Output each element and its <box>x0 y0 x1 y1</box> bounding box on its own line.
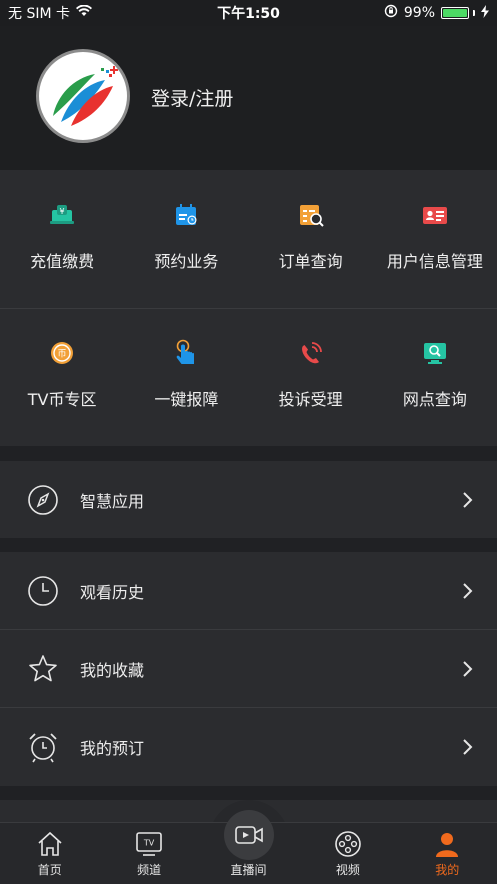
tab-label: 我的 <box>435 863 460 877</box>
status-bar: 无 SIM 卡 下午1:50 99% <box>0 0 497 26</box>
service-grid-row-1: ¥ 充值缴费 预约业务 订单查询 用户信息管理 <box>0 170 497 309</box>
menu-row-reservations[interactable]: 我的预订 <box>0 708 497 786</box>
grid-label: 网点查询 <box>402 390 467 409</box>
compass-icon <box>26 483 60 517</box>
tab-label: 首页 <box>37 863 62 877</box>
tab-mine[interactable]: 我的 <box>398 823 497 884</box>
status-left: 无 SIM 卡 <box>8 3 92 23</box>
menu-label: 我的预订 <box>80 739 145 758</box>
status-right: 99% <box>384 4 489 22</box>
grid-label: 充值缴费 <box>30 252 95 271</box>
grid-item-appointment[interactable]: 预约业务 <box>124 170 248 308</box>
grid-item-fault-report[interactable]: 一键报障 <box>124 308 248 446</box>
grid-label: TV币专区 <box>27 390 97 409</box>
grid-item-user-info[interactable]: 用户信息管理 <box>373 170 497 308</box>
personal-section: 观看历史 我的收藏 我的预订 <box>0 552 497 786</box>
chevron-right-icon <box>461 581 475 601</box>
tv-coin-icon: 币 <box>47 338 77 368</box>
brand-logo-icon <box>53 66 118 126</box>
tab-channels[interactable]: TV 频道 <box>99 823 198 884</box>
profile-header: 登录/注册 <box>0 26 497 170</box>
grid-label: 用户信息管理 <box>386 252 483 271</box>
grid-label: 预约业务 <box>154 252 219 271</box>
charging-icon <box>481 4 489 22</box>
chevron-right-icon <box>461 737 475 757</box>
menu-label: 观看历史 <box>80 583 145 602</box>
clock-icon <box>26 574 60 608</box>
tab-label: 频道 <box>137 863 162 877</box>
battery-icon <box>441 7 475 19</box>
avatar[interactable] <box>36 49 130 143</box>
calendar-icon <box>171 200 201 230</box>
live-camera-button[interactable] <box>224 810 274 860</box>
alarm-clock-icon <box>26 730 60 764</box>
carrier-label: 无 SIM 卡 <box>8 6 70 22</box>
battery-percent: 99% <box>403 5 435 21</box>
svg-text:币: 币 <box>58 349 67 360</box>
user-icon <box>432 829 462 859</box>
service-grid: ¥ 充值缴费 预约业务 订单查询 用户信息管理 币 TV币专区 一键报障 投诉受… <box>0 170 497 446</box>
tab-home[interactable]: 首页 <box>0 823 99 884</box>
svg-text:TV: TV <box>143 839 155 848</box>
tab-label: 直播间 <box>230 863 267 877</box>
menu-row-history[interactable]: 观看历史 <box>0 552 497 630</box>
grid-item-tv-coin[interactable]: 币 TV币专区 <box>0 308 124 446</box>
tv-channel-icon: TV <box>134 829 164 859</box>
status-time: 下午1:50 <box>217 6 280 22</box>
service-grid-row-2: 币 TV币专区 一键报障 投诉受理 网点查询 <box>0 308 497 446</box>
smart-apps-section: 智慧应用 <box>0 461 497 538</box>
grid-item-complaint[interactable]: 投诉受理 <box>249 308 373 446</box>
menu-row-favorites[interactable]: 我的收藏 <box>0 630 497 708</box>
grid-item-outlet-query[interactable]: 网点查询 <box>373 308 497 446</box>
live-camera-icon <box>235 826 263 844</box>
chevron-right-icon <box>461 659 475 679</box>
grid-item-order-query[interactable]: 订单查询 <box>249 170 373 308</box>
id-card-icon <box>420 200 450 230</box>
tap-report-icon <box>171 338 201 368</box>
wifi-icon <box>76 4 92 21</box>
grid-label: 订单查询 <box>278 252 343 271</box>
star-icon <box>26 652 60 686</box>
menu-row-smart-apps[interactable]: 智慧应用 <box>0 461 497 538</box>
home-icon <box>35 829 65 859</box>
phone-complaint-icon <box>296 338 326 368</box>
chevron-right-icon <box>461 490 475 510</box>
wallet-icon: ¥ <box>47 200 77 230</box>
order-search-icon <box>296 200 326 230</box>
menu-label: 智慧应用 <box>80 491 145 511</box>
film-reel-icon <box>333 829 363 859</box>
tab-label: 视频 <box>335 863 360 877</box>
outlet-search-icon <box>420 338 450 368</box>
grid-item-recharge[interactable]: ¥ 充值缴费 <box>0 170 124 308</box>
svg-text:¥: ¥ <box>60 207 65 216</box>
orientation-lock-icon <box>384 4 398 22</box>
menu-label: 我的收藏 <box>80 661 145 680</box>
tab-video[interactable]: 视频 <box>298 823 397 884</box>
login-register-link[interactable]: 登录/注册 <box>151 84 233 111</box>
grid-label: 一键报障 <box>154 390 219 409</box>
grid-label: 投诉受理 <box>278 390 343 409</box>
